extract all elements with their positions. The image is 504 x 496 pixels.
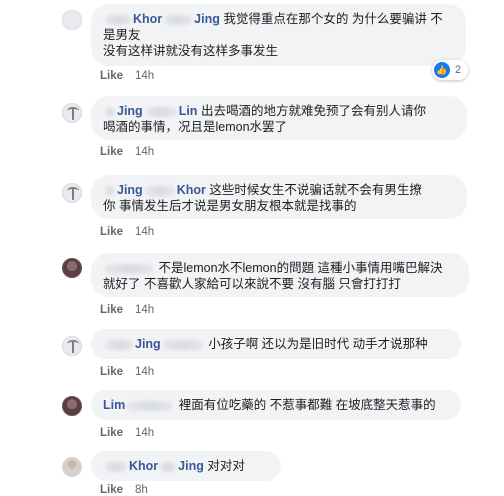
thumbs-up-icon: 👍 xyxy=(434,62,450,78)
avatar[interactable] xyxy=(62,258,82,278)
comment-text: 没有这样讲就没有这样多事发生 xyxy=(103,44,279,58)
redacted-name xyxy=(144,106,177,117)
comment-text: 是男友 xyxy=(103,28,141,42)
tagged-name[interactable]: Khor xyxy=(177,183,206,197)
redacted-name xyxy=(105,461,127,472)
timestamp[interactable]: 14h xyxy=(135,427,154,439)
timestamp[interactable]: 14h xyxy=(135,366,154,378)
timestamp[interactable]: 14h xyxy=(135,146,154,158)
comment-meta: Like 14h xyxy=(100,146,154,158)
redacted-name xyxy=(105,185,115,196)
commenter-name[interactable]: Jing xyxy=(117,104,143,118)
avatar[interactable] xyxy=(62,457,82,477)
comment-meta: Like 14h xyxy=(100,427,154,439)
comment-bubble: Jing Khor 这些时候女生不说骗话就不会有男生撩 你 事情发生后才说是男女朋… xyxy=(91,175,467,219)
comment-bubble: 不是lemon水不lemon的問題 這種小事情用嘴巴解決 就好了 不喜歡人家給可… xyxy=(91,253,469,297)
comment-text: 小孩子啊 还以为是旧时代 动手才说那种 xyxy=(208,337,428,351)
like-button[interactable]: Like xyxy=(100,427,123,439)
comment-bubble: Jing 小孩子啊 还以为是旧时代 动手才说那种 xyxy=(91,329,461,359)
like-button[interactable]: Like xyxy=(100,366,123,378)
comment-text: 对对对 xyxy=(207,459,245,473)
comment-meta: Like 14h xyxy=(100,366,154,378)
commenter-name[interactable]: Khor xyxy=(133,12,162,26)
like-button[interactable]: Like xyxy=(100,304,123,316)
redacted-name xyxy=(105,14,131,25)
reaction-count-badge[interactable]: 👍 2 xyxy=(432,60,468,80)
timestamp[interactable]: 14h xyxy=(135,70,154,82)
comment-bubble: Khor Jing 我觉得重点在那个女的 为什么要骗讲 不 是男友 没有这样讲就没… xyxy=(91,4,466,66)
comment-text: 喝酒的事情，况且是lemon水罢了 xyxy=(103,120,288,134)
reaction-count: 2 xyxy=(455,64,462,76)
comment-bubble: Jing Lin 出去喝酒的地方就难免预了会有别人请你 喝酒的事情，况且是lemo… xyxy=(91,96,467,140)
tagged-name[interactable]: Jing xyxy=(178,459,204,473)
redacted-name xyxy=(160,461,177,472)
redacted-name xyxy=(105,263,153,274)
comment-bubble: Lim 裡面有位吃藥的 不惹事都難 在坡底整天惹事的 xyxy=(91,390,461,420)
timestamp[interactable]: 14h xyxy=(135,304,154,316)
like-button[interactable]: Like xyxy=(100,146,123,158)
redacted-name xyxy=(105,339,133,350)
like-button[interactable]: Like xyxy=(100,70,123,82)
like-button[interactable]: Like xyxy=(100,484,123,496)
comment-meta: Like 14h xyxy=(100,226,154,238)
avatar[interactable] xyxy=(62,10,82,30)
avatar[interactable] xyxy=(62,103,82,123)
comment-meta: Like 14h xyxy=(100,304,154,316)
commenter-name[interactable]: Jing xyxy=(117,183,143,197)
avatar[interactable] xyxy=(62,183,82,203)
redacted-name xyxy=(127,400,174,411)
comment-text: 就好了 不喜歡人家給可以來說不要 沒有腦 只會打打打 xyxy=(103,277,401,291)
comment-text: 不是lemon水不lemon的問題 這種小事情用嘴巴解決 xyxy=(158,261,443,275)
timestamp[interactable]: 14h xyxy=(135,226,154,238)
comment-text: 你 事情发生后才说是男女朋友根本就是找事的 xyxy=(103,199,357,213)
avatar[interactable] xyxy=(62,336,82,356)
commenter-name[interactable]: Lim xyxy=(103,398,125,412)
avatar[interactable] xyxy=(62,396,82,416)
redacted-name xyxy=(162,339,203,350)
commenter-name[interactable]: Lin xyxy=(179,104,198,118)
tagged-name[interactable]: Jing xyxy=(194,12,220,26)
redacted-name xyxy=(105,106,115,117)
redacted-name xyxy=(144,185,175,196)
comment-meta: Like 8h xyxy=(100,484,148,496)
comment-bubble: Khor Jing 对对对 xyxy=(91,451,281,481)
comment-text: 裡面有位吃藥的 不惹事都難 在坡底整天惹事的 xyxy=(178,398,436,412)
commenter-name[interactable]: Khor xyxy=(129,459,158,473)
timestamp[interactable]: 8h xyxy=(135,484,148,496)
comment-meta: Like 14h xyxy=(100,70,154,82)
commenter-name[interactable]: Jing xyxy=(135,337,161,351)
like-button[interactable]: Like xyxy=(100,226,123,238)
comment-text: 出去喝酒的地方就难免预了会有别人请你 xyxy=(200,104,426,118)
comment-text: 这些时候女生不说骗话就不会有男生撩 xyxy=(209,183,422,197)
redacted-name xyxy=(164,14,193,25)
comment-text: 我觉得重点在那个女的 为什么要骗讲 不 xyxy=(223,12,443,26)
